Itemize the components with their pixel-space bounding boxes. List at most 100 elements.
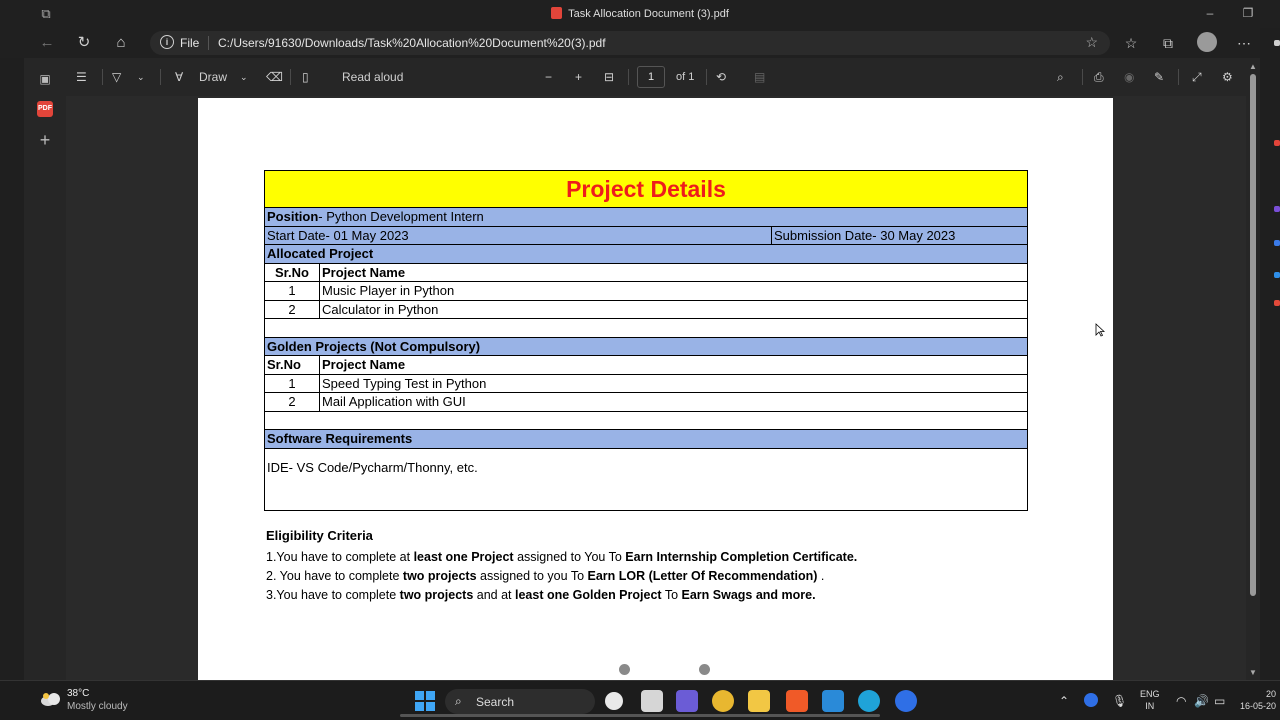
table-row: 2 Calculator in Python bbox=[265, 300, 1027, 319]
new-tab-icon[interactable]: + bbox=[36, 130, 54, 150]
save-icon[interactable]: ◉ bbox=[1124, 68, 1134, 86]
url-text[interactable]: C:/Users/91630/Downloads/Task%20Allocati… bbox=[218, 36, 606, 50]
search-icon: ⌕ bbox=[455, 694, 462, 708]
maximize-button[interactable]: ❐ bbox=[1238, 4, 1258, 22]
toolbar-divider bbox=[628, 69, 629, 85]
favorites-icon[interactable]: ☆ bbox=[1120, 33, 1142, 53]
scroll-up-icon[interactable]: ▲ bbox=[1248, 62, 1258, 72]
vscode-icon[interactable] bbox=[822, 690, 844, 712]
system-clock[interactable]: 20 16-05-20 bbox=[1240, 688, 1276, 712]
fullscreen-icon[interactable]: ⤢ bbox=[1192, 68, 1202, 86]
draw-button[interactable]: Draw bbox=[199, 68, 227, 86]
window-title-text: Task Allocation Document (3).pdf bbox=[568, 8, 729, 20]
page-view-icon[interactable]: ▤ bbox=[754, 68, 765, 86]
contents-icon[interactable]: ☰ bbox=[76, 68, 87, 86]
edge-icon[interactable] bbox=[1274, 140, 1280, 146]
chevron-down-icon[interactable]: ⌄ bbox=[137, 68, 145, 86]
pdf-page: Project Details Position- Python Develop… bbox=[198, 98, 1113, 680]
teams-icon[interactable] bbox=[676, 690, 698, 712]
vertical-scrollbar[interactable]: ▲ ▼ bbox=[1246, 58, 1260, 680]
chevron-down-icon[interactable]: ⌄ bbox=[240, 68, 248, 86]
tab-actions-icon[interactable]: ▣ bbox=[36, 70, 54, 88]
settings-gear-icon[interactable]: ⚙ bbox=[1222, 68, 1233, 86]
criteria-text: To bbox=[661, 588, 682, 602]
criteria-emphasis: two projects bbox=[402, 569, 477, 583]
scrollbar-thumb[interactable] bbox=[1250, 74, 1256, 596]
recording-dot-icon bbox=[699, 664, 710, 675]
zoom-app-icon[interactable] bbox=[895, 690, 917, 712]
save-as-icon[interactable]: ✎ bbox=[1154, 68, 1164, 86]
windows-start-icon[interactable] bbox=[415, 691, 435, 711]
refresh-button[interactable]: ↻ bbox=[73, 33, 95, 53]
row-number: 2 bbox=[288, 301, 296, 317]
page-number-input[interactable]: 1 bbox=[637, 66, 665, 88]
clock-date: 16-05-20 bbox=[1240, 701, 1277, 711]
table-header-row: Sr.No Project Name bbox=[265, 263, 1027, 282]
search-label: Search bbox=[476, 695, 515, 709]
search-icon[interactable]: ⌕ bbox=[1057, 68, 1064, 86]
brave-icon[interactable] bbox=[786, 690, 808, 712]
show-hidden-icons-icon[interactable]: ⌃ bbox=[1059, 693, 1069, 709]
chrome-icon[interactable] bbox=[712, 690, 734, 712]
edge-icon[interactable] bbox=[1274, 40, 1280, 46]
taskbar: 38°C Mostly cloudy ⌕ Search ⌃ 🎙 ENG IN ◠… bbox=[0, 680, 1280, 720]
reading-view-icon[interactable]: ▯ bbox=[302, 68, 309, 86]
section-header: Allocated Project bbox=[265, 245, 1027, 264]
edge-icon[interactable] bbox=[1274, 206, 1280, 212]
file-explorer-icon[interactable] bbox=[748, 690, 770, 712]
col-project-name: Project Name bbox=[322, 264, 406, 280]
edge-icon[interactable] bbox=[1274, 300, 1280, 306]
volume-icon[interactable]: 🔊 bbox=[1194, 693, 1209, 709]
profile-avatar[interactable] bbox=[1197, 32, 1217, 52]
criteria-text: 3.You have to complete bbox=[266, 588, 400, 602]
minimize-button[interactable]: – bbox=[1200, 4, 1220, 22]
microphone-icon[interactable]: 🎙 bbox=[1112, 693, 1127, 709]
project-details-table: Project Details Position- Python Develop… bbox=[264, 170, 1028, 511]
battery-icon[interactable]: ▭ bbox=[1214, 693, 1225, 709]
copilot-icon[interactable] bbox=[605, 692, 623, 710]
edge-icon[interactable] bbox=[1274, 240, 1280, 246]
read-aloud-button[interactable]: Read aloud bbox=[342, 68, 403, 86]
window-titlebar: ⧉ Task Allocation Document (3).pdf – ❐ bbox=[0, 0, 1280, 28]
url-field[interactable]: i File C:/Users/91630/Downloads/Task%20A… bbox=[150, 31, 1110, 55]
software-requirements-text: IDE- VS Code/Pycharm/Thonny, etc. bbox=[267, 459, 478, 475]
fit-page-icon[interactable]: ⊟ bbox=[604, 68, 614, 86]
address-bar: ← ↻ ⌂ i File C:/Users/91630/Downloads/Ta… bbox=[0, 28, 1280, 58]
draw-icon[interactable]: ∀ bbox=[175, 68, 183, 86]
tray-app-icon[interactable] bbox=[1084, 693, 1098, 707]
more-options-icon[interactable]: ⋯ bbox=[1233, 33, 1255, 53]
weather-desc[interactable]: Mostly cloudy bbox=[67, 701, 128, 712]
eligibility-criteria: Eligibility Criteria 1.You have to compl… bbox=[266, 528, 1046, 605]
recording-dot-icon bbox=[619, 664, 630, 675]
weather-temp[interactable]: 38°C bbox=[67, 688, 89, 699]
info-icon[interactable]: i bbox=[160, 35, 174, 49]
criteria-line-2: 2. You have to complete two projects ass… bbox=[266, 567, 1046, 586]
task-view-icon[interactable] bbox=[641, 690, 663, 712]
language-code: ENG bbox=[1140, 689, 1160, 699]
pdf-tab-icon[interactable]: PDF bbox=[37, 101, 53, 117]
row-number: 1 bbox=[288, 283, 296, 298]
highlight-icon[interactable]: ▽ bbox=[112, 68, 121, 86]
rotate-icon[interactable]: ⟲ bbox=[716, 68, 726, 86]
edge-browser-icon[interactable] bbox=[858, 690, 880, 712]
zoom-out-icon[interactable]: − bbox=[545, 68, 552, 86]
edge-icon[interactable] bbox=[1274, 272, 1280, 278]
table-row: 2 Mail Application with GUI bbox=[265, 393, 1027, 412]
empty-row bbox=[265, 319, 1027, 338]
language-indicator[interactable]: ENG IN bbox=[1140, 688, 1160, 712]
print-icon[interactable]: ⎙ bbox=[1094, 68, 1104, 86]
home-button[interactable]: ⌂ bbox=[110, 33, 132, 53]
taskbar-search[interactable]: ⌕ Search bbox=[445, 689, 595, 714]
taskbar-scroll-indicator bbox=[400, 714, 880, 717]
add-favorite-icon[interactable]: ☆ bbox=[1085, 34, 1098, 51]
collections-icon[interactable]: ⧉ bbox=[1157, 33, 1179, 53]
back-button[interactable]: ← bbox=[36, 33, 58, 53]
eraser-icon[interactable]: ⌫ bbox=[266, 68, 283, 86]
criteria-text: assigned to you To bbox=[476, 569, 588, 583]
col-srno: Sr.No bbox=[275, 264, 309, 280]
wifi-icon[interactable]: ◠ bbox=[1176, 693, 1186, 709]
weather-cloud-icon[interactable] bbox=[40, 691, 62, 707]
zoom-in-icon[interactable]: + bbox=[575, 68, 582, 86]
scroll-down-icon[interactable]: ▼ bbox=[1248, 668, 1258, 678]
col-srno: Sr.No bbox=[267, 357, 301, 372]
